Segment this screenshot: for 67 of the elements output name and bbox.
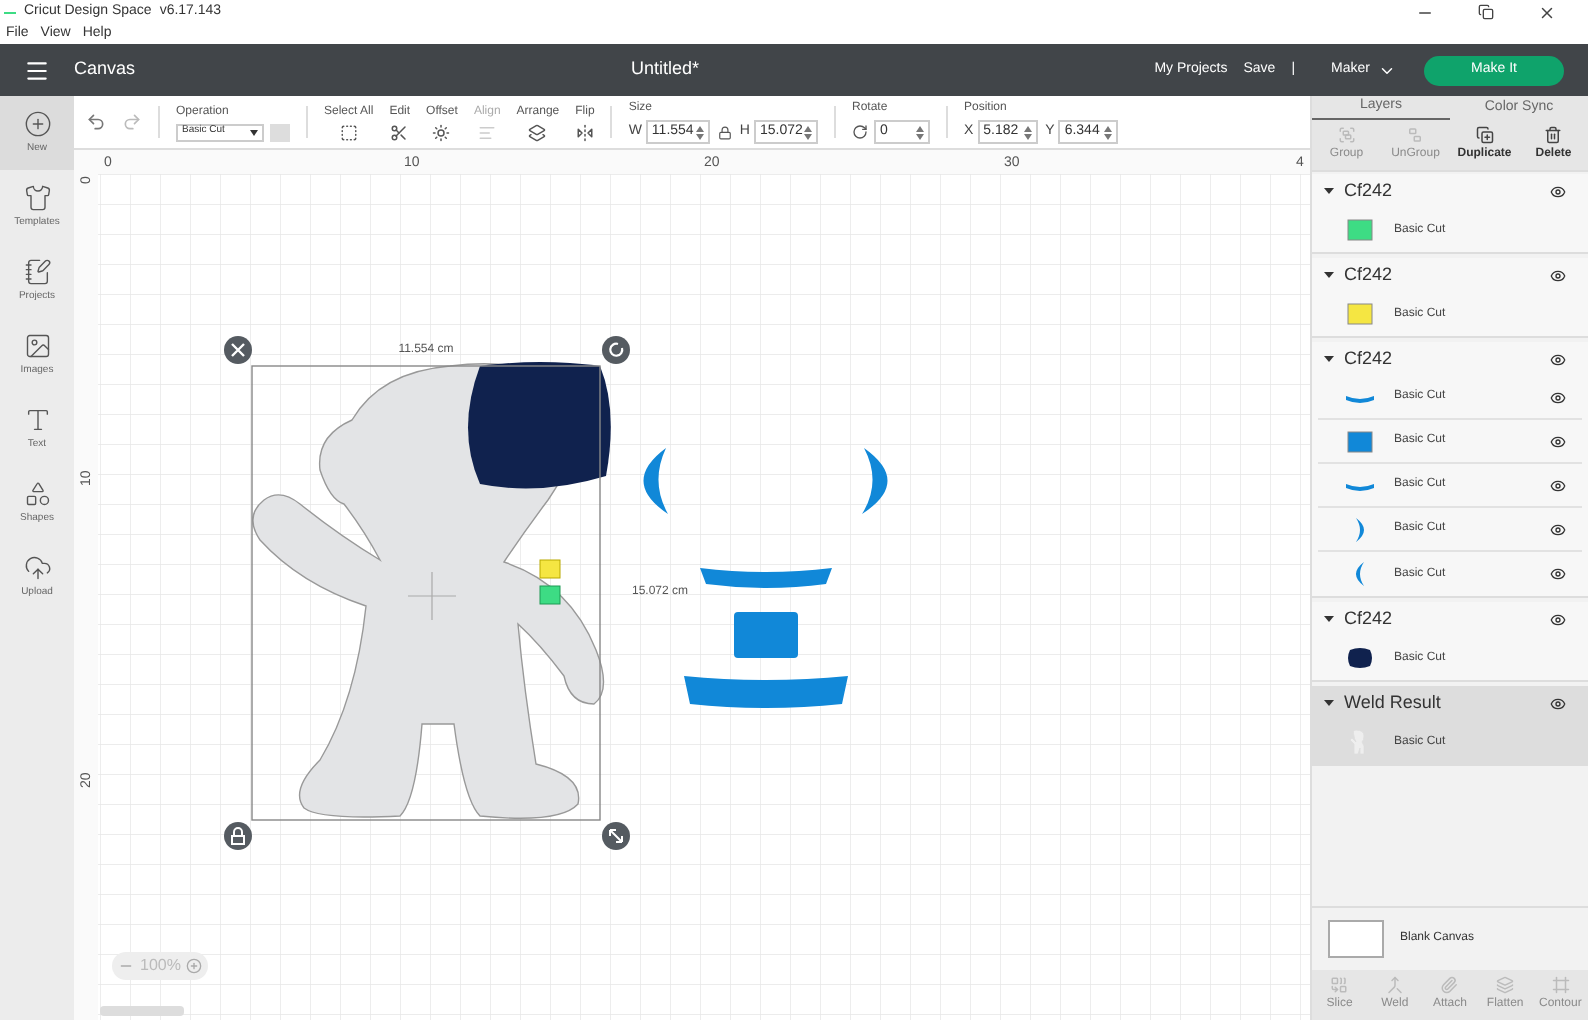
flatten-icon xyxy=(1496,976,1515,994)
document-title: Untitled* xyxy=(631,56,700,83)
eye-icon[interactable] xyxy=(1550,611,1566,627)
trash-icon xyxy=(1544,126,1563,144)
restore-icon[interactable] xyxy=(1478,4,1494,20)
caret-icon xyxy=(250,129,258,135)
eye-icon[interactable] xyxy=(1550,477,1566,493)
shirt-icon xyxy=(23,183,51,212)
dashed-square-icon xyxy=(339,123,358,141)
close-icon[interactable] xyxy=(1538,3,1556,21)
eye-icon[interactable] xyxy=(1550,389,1566,405)
slice-icon xyxy=(1330,976,1349,994)
rotate-icon xyxy=(851,124,868,140)
eye-icon[interactable] xyxy=(1550,351,1566,367)
eye-icon[interactable] xyxy=(1550,521,1566,537)
layer-name: Cf242 xyxy=(1344,261,1393,288)
eye-icon[interactable] xyxy=(1550,183,1566,199)
lock-handle[interactable] xyxy=(224,822,252,850)
caret-icon[interactable] xyxy=(1324,614,1334,624)
flip-icon xyxy=(575,123,594,141)
paperclip-icon xyxy=(1440,976,1459,994)
duplicate-icon xyxy=(1475,126,1494,144)
arc-shape[interactable] xyxy=(700,568,832,588)
scissors-icon xyxy=(390,123,409,141)
shapes-icon xyxy=(23,479,51,508)
caret-icon[interactable] xyxy=(1324,186,1334,196)
layer-name: Cf242 xyxy=(1344,345,1393,372)
sun-icon xyxy=(432,123,451,141)
rotate-handle[interactable] xyxy=(602,336,630,364)
eye-icon[interactable] xyxy=(1550,695,1566,711)
menu-icon[interactable] xyxy=(24,57,50,83)
caret-icon[interactable] xyxy=(1324,354,1334,364)
image-icon xyxy=(23,331,51,360)
plus-circle-icon xyxy=(23,109,51,138)
contour-icon xyxy=(1551,976,1570,994)
cross-mark xyxy=(407,571,457,621)
canvas-thumbnail[interactable] xyxy=(1328,920,1384,958)
color-swatch[interactable] xyxy=(270,123,290,141)
letter-icon xyxy=(23,405,51,434)
layer-name: Cf242 xyxy=(1344,605,1393,632)
ungroup-icon xyxy=(1406,126,1425,144)
close-handle[interactable] xyxy=(224,336,252,364)
layer-name: Cf242 xyxy=(1344,177,1393,204)
crescent-shape[interactable] xyxy=(862,448,888,514)
lock-icon[interactable] xyxy=(717,125,732,139)
caret-icon[interactable] xyxy=(1324,270,1334,280)
eye-icon[interactable] xyxy=(1550,267,1566,283)
caret-icon[interactable] xyxy=(1324,698,1334,708)
spinner-icon[interactable] xyxy=(695,125,704,139)
notebook-icon xyxy=(23,257,51,286)
spinner-icon[interactable] xyxy=(803,125,812,139)
align-icon xyxy=(478,123,497,141)
spinner-icon[interactable] xyxy=(1023,125,1032,139)
eye-icon[interactable] xyxy=(1550,433,1566,449)
spinner-icon[interactable] xyxy=(915,125,924,139)
spinner-icon[interactable] xyxy=(1104,125,1113,139)
weld-icon xyxy=(1385,976,1404,994)
undo-icon[interactable] xyxy=(86,112,106,132)
section-title: Canvas xyxy=(74,56,136,83)
stack-icon xyxy=(528,123,547,141)
resize-handle[interactable] xyxy=(602,822,630,850)
crescent-shape[interactable] xyxy=(643,448,668,514)
cloud-upload-icon xyxy=(23,553,51,582)
group-icon xyxy=(1337,126,1356,144)
arc-shape[interactable] xyxy=(684,676,848,708)
layer-name: Weld Result xyxy=(1344,689,1441,716)
eye-icon[interactable] xyxy=(1550,566,1566,582)
